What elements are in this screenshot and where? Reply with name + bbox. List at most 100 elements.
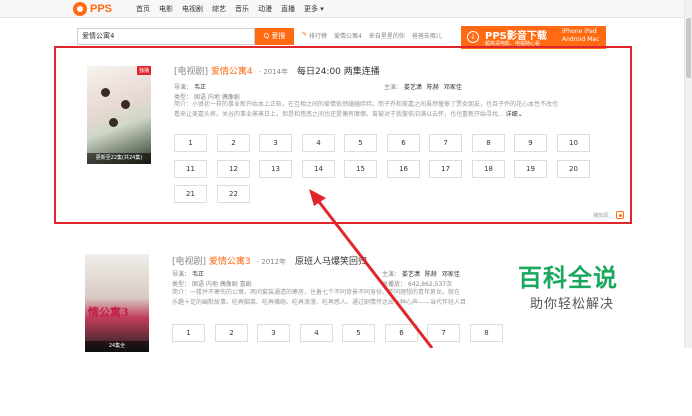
episode-button[interactable]: 6 (387, 134, 420, 152)
episode-button[interactable]: 8 (470, 324, 503, 342)
episode-button[interactable]: 21 (174, 185, 207, 203)
episode-button[interactable]: 14 (302, 160, 335, 178)
nav-item-live[interactable]: 直播 (281, 4, 295, 14)
episode-button[interactable]: 9 (514, 134, 547, 152)
result-title: [电视剧] 爱情公寓4 - 2014年 每日24:00 两集连播 (174, 64, 380, 77)
episode-button[interactable]: 4 (300, 324, 333, 342)
desc-line-2: 看来让美嘉头疼。关谷的事业蒸蒸日上，但是和悠悠之间也还是偶有摩擦。曾被对于我娶依… (174, 111, 504, 118)
director-row: 导演： 韦正 (172, 269, 207, 278)
download-icon: ↓ (467, 31, 479, 43)
cast-member[interactable]: 娄艺潇 (404, 84, 422, 91)
pps-source-icon[interactable] (616, 211, 624, 219)
episode-button[interactable]: 5 (342, 324, 375, 342)
episode-button[interactable]: 18 (472, 160, 505, 178)
episode-button[interactable]: 2 (215, 324, 248, 342)
episode-button[interactable]: 1 (172, 324, 205, 342)
episode-button[interactable]: 2 (217, 134, 250, 152)
episode-button[interactable]: 6 (385, 324, 418, 342)
category-tag: [电视剧] (172, 257, 207, 267)
quick-link-1[interactable]: 爱情公寓4 (334, 31, 362, 40)
cast-label: 主演： (382, 271, 401, 278)
nav-item-more[interactable]: 更多 ▾ (304, 4, 324, 14)
desc-label: 简介： (172, 289, 191, 296)
plays-row: 总播放： 642,862,537次 (382, 279, 452, 288)
poster-image[interactable]: 情公寓3 24集全 (85, 254, 149, 352)
episode-button[interactable]: 16 (387, 160, 420, 178)
cast-member[interactable]: 陈赫 (425, 271, 437, 278)
episode-button[interactable]: 19 (514, 160, 547, 178)
director-name[interactable]: 韦正 (192, 271, 204, 278)
scrollbar-thumb[interactable] (686, 18, 691, 78)
episode-button[interactable]: 4 (302, 134, 335, 152)
cast-row: 主演： 娄艺潇 陈赫 邓家佳 (382, 269, 463, 278)
episode-button[interactable]: 1 (174, 134, 207, 152)
poster-image[interactable]: 独播 更新至22集(共24集) (87, 66, 151, 164)
episode-button[interactable]: 3 (257, 324, 290, 342)
pps-logo[interactable]: PPS (73, 2, 112, 16)
cast-member[interactable]: 邓家佳 (444, 84, 462, 91)
ranking-icon: ✎ (302, 31, 308, 38)
show-title-link[interactable]: 爱情公寓3 (209, 257, 251, 267)
cast-row: 主演： 娄艺潇 陈赫 邓家佳 (384, 82, 465, 91)
watermark-slogan: 助你轻松解决 (530, 297, 615, 312)
poster-title: 情公寓3 (88, 306, 129, 319)
category-tag: [电视剧] (174, 67, 209, 77)
search-input[interactable]: 爱情公寓4 (77, 28, 255, 45)
director-name[interactable]: 韦正 (194, 84, 206, 91)
desc-line-1: 小贤初一样的事业新开始本上正轨，在互相之间的爱情依然磕磕绊绊。而子乔和美嘉之间虽… (192, 101, 559, 108)
desc-label: 简介： (174, 101, 193, 108)
episode-button[interactable]: 5 (344, 134, 377, 152)
plays-label: 总播放： (382, 281, 407, 288)
episode-button[interactable]: 13 (259, 160, 292, 178)
search-row: 爱情公寓4 Q 爱搜 ✎ 排行榜 爱情公寓4 来自星星的你 爸爸去哪儿 ↓ PP… (0, 18, 692, 49)
director-row: 导演： 韦正 (174, 82, 209, 91)
top-nav-bar: PPS 首页 电影 电视剧 综艺 音乐 动漫 直播 更多 ▾ (0, 0, 692, 18)
desc-line-1: 一楼并不寒伤的公寓，两间套装通透的寒房，住着七个不同背景不同身份、不同理想的青年… (190, 289, 461, 296)
episode-button[interactable]: 7 (429, 134, 462, 152)
main-nav: 首页 电影 电视剧 综艺 音乐 动漫 直播 更多 ▾ (136, 4, 333, 14)
platform-ios: iPhone iPad (562, 28, 597, 35)
poster-figure (101, 88, 110, 97)
download-platforms: iPhone iPad Android Mac (562, 28, 599, 44)
episode-button[interactable]: 17 (429, 160, 462, 178)
quick-link-3[interactable]: 爸爸去哪儿 (412, 31, 442, 40)
show-title-link[interactable]: 爱情公寓4 (211, 67, 253, 77)
episode-button[interactable]: 20 (557, 160, 590, 178)
pps-logo-icon (73, 2, 87, 16)
director-label: 导演： (174, 84, 193, 91)
poster-figure (121, 100, 130, 109)
search-button[interactable]: Q 爱搜 (255, 28, 294, 45)
episode-button[interactable]: 3 (259, 134, 292, 152)
episode-button[interactable]: 10 (557, 134, 590, 152)
chevron-down-icon: ⌄ (517, 111, 523, 118)
genre-value: 国语 内地 偶像剧 喜剧 (191, 281, 252, 288)
nav-item-movies[interactable]: 电影 (159, 4, 173, 14)
update-schedule: 原班人马爆笑回归 (294, 257, 367, 267)
logo-text: PPS (90, 3, 113, 15)
nav-item-tv[interactable]: 电视剧 (182, 4, 203, 14)
episode-button[interactable]: 7 (427, 324, 460, 342)
episode-button[interactable]: 12 (217, 160, 250, 178)
episode-button[interactable]: 22 (217, 185, 250, 203)
episode-button[interactable]: 15 (344, 160, 377, 178)
nav-item-home[interactable]: 首页 (136, 4, 150, 14)
cast-member[interactable]: 邓家佳 (442, 271, 460, 278)
quick-link-2[interactable]: 来自星星的你 (369, 31, 405, 40)
page-scrollbar[interactable] (684, 0, 692, 348)
cast-member[interactable]: 娄艺潇 (402, 271, 420, 278)
more-details-link[interactable]: 详细 (506, 111, 518, 118)
cast-member[interactable]: 陈赫 (427, 84, 439, 91)
poster-caption: 更新至22集(共24集) (87, 153, 151, 164)
genre-row: 类型： 国语 内地 偶像剧 喜剧 (172, 279, 252, 288)
watermark-brand: 百科全说 (518, 264, 618, 292)
episode-button[interactable]: 11 (174, 160, 207, 178)
nav-item-anime[interactable]: 动漫 (258, 4, 272, 14)
episode-button[interactable]: 8 (472, 134, 505, 152)
plays-count: 642,862,537次 (407, 281, 453, 288)
nav-item-variety[interactable]: 综艺 (212, 4, 226, 14)
nav-item-music[interactable]: 音乐 (235, 4, 249, 14)
desc-line-2: 乐趣十足的幽默故事。吃再脑菜、吃再嘴砲、吃再浪漫、吃再感人。通过剧情传达出一种心… (172, 299, 467, 306)
result-card-highlighted: 独播 更新至22集(共24集) [电视剧] 爱情公寓4 - 2014年 每日24… (54, 46, 632, 224)
quick-link-ranking[interactable]: 排行榜 (309, 31, 327, 40)
exclusive-badge: 独播 (136, 66, 151, 75)
